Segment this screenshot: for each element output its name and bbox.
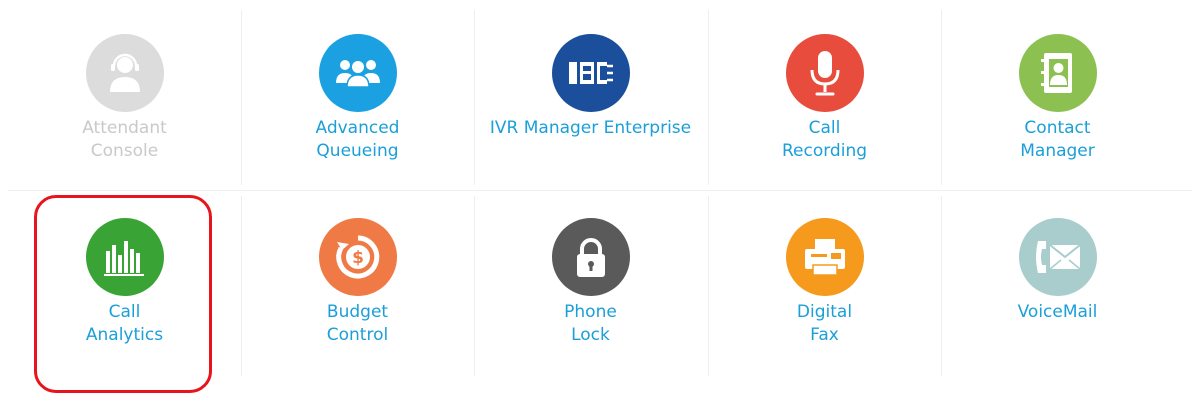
grid-divider [241,196,242,376]
bar-chart-icon [85,218,164,296]
tile-label: VoiceMail [941,301,1174,324]
fax-machine-icon [785,218,864,296]
tile-label-line: Fax [810,325,839,345]
tile-label: Phone Lock [474,301,707,347]
padlock-icon [551,218,630,296]
tile-label-line: Analytics [85,325,164,345]
tile-voicemail[interactable]: VoiceMail [941,0,1174,322]
tile-label-line: Call [108,302,141,322]
tile-label: Call Analytics [8,301,241,347]
tile-digital-fax[interactable]: Digital Fax [708,0,941,345]
feature-grid: Attendant Console Advanced Queueing IVR … [8,0,1192,398]
grid-row-divider [8,190,1192,191]
tile-label-line: Control [326,325,389,345]
grid-divider [708,196,709,376]
svg-text:$: $ [352,248,364,268]
grid-divider [941,196,942,376]
tile-label-line: VoiceMail [1017,302,1098,322]
envelope-phone-icon [1018,218,1097,296]
tile-label: Budget Control [241,301,474,347]
tile-call-analytics[interactable]: Call Analytics [8,0,241,345]
tile-phone-lock[interactable]: Phone Lock [474,0,707,345]
tile-label-line: Digital [796,302,853,322]
tile-budget-control[interactable]: $ Budget Control [241,0,474,345]
tile-label: Digital Fax [708,301,941,347]
tile-label-line: Budget [326,302,389,322]
tile-label-line: Lock [571,325,610,345]
tile-label-line: Phone [564,302,617,322]
dollar-cycle-icon: $ [318,218,397,296]
grid-divider [474,196,475,376]
